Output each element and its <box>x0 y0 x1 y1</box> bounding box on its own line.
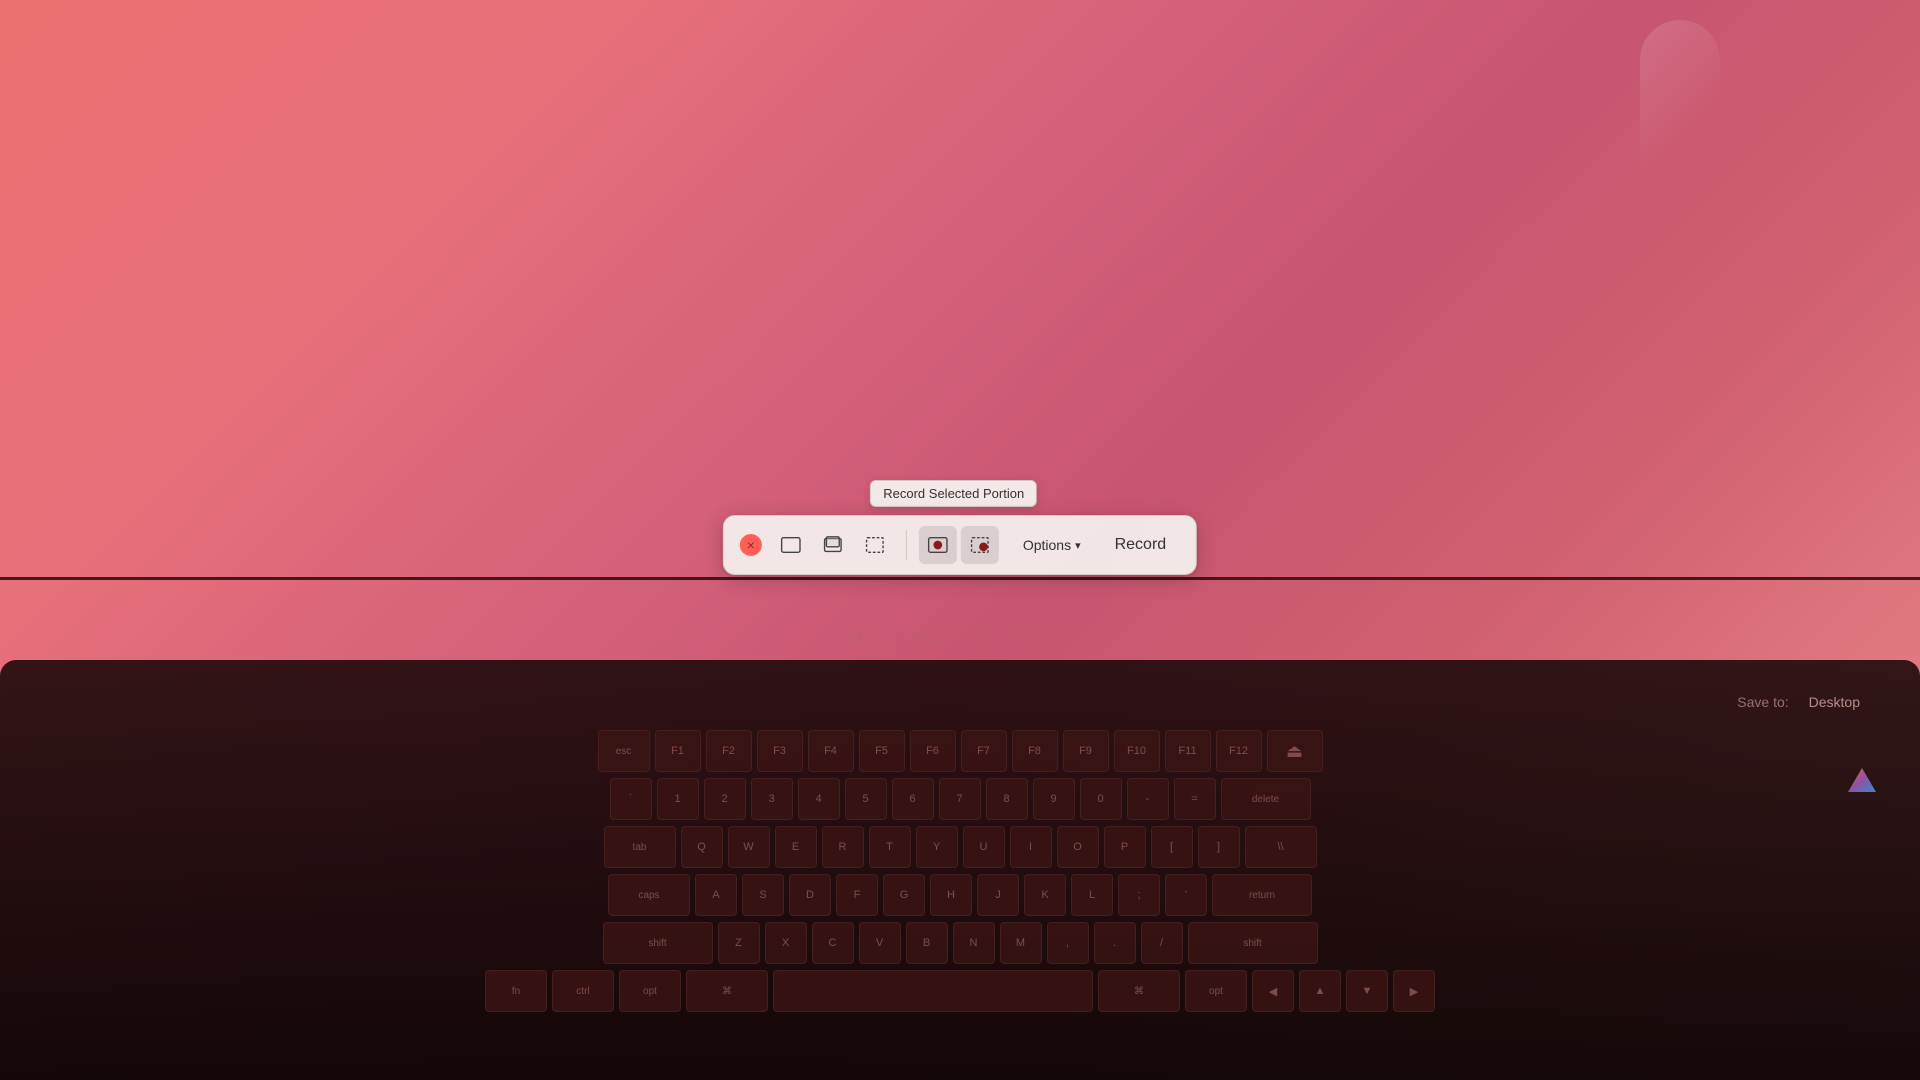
save-to-value: Desktop <box>1809 694 1860 710</box>
brand-icon <box>1844 764 1880 800</box>
close-button[interactable] <box>740 534 762 556</box>
screenshot-window-button[interactable] <box>814 526 852 564</box>
screenshot-window-icon <box>822 534 844 556</box>
options-label: Options <box>1023 537 1071 553</box>
options-button[interactable]: Options ▾ <box>1011 531 1093 559</box>
options-chevron-icon: ▾ <box>1075 539 1081 552</box>
record-portion-button[interactable] <box>961 526 999 564</box>
tooltip: Record Selected Portion <box>870 480 1037 507</box>
tooltip-text: Record Selected Portion <box>883 486 1024 501</box>
keyboard-keys: esc F1 F2 F3 F4 F5 F6 F7 F8 F9 F10 F11 F… <box>96 720 1824 1060</box>
record-screen-button[interactable] <box>919 526 957 564</box>
record-button[interactable]: Record <box>1101 530 1181 560</box>
screenshot-toolbar: Options ▾ Record <box>723 515 1197 575</box>
screenshot-portion-button[interactable] <box>856 526 894 564</box>
screenshot-toolbar-container: Record Selected Portion <box>723 480 1197 575</box>
bottom-status-bar: Save to: Desktop <box>0 694 1920 710</box>
screenshot-portion-icon <box>864 534 886 556</box>
record-portion-icon <box>969 534 991 556</box>
record-screen-icon <box>927 534 949 556</box>
toolbar-divider-1 <box>906 530 907 560</box>
screenshot-fullscreen-button[interactable] <box>772 526 810 564</box>
keyboard-area: esc F1 F2 F3 F4 F5 F6 F7 F8 F9 F10 F11 F… <box>0 660 1920 1080</box>
save-to-label: Save to: <box>1737 694 1788 710</box>
macbook-branding: MacBook Pro <box>848 629 1072 650</box>
screenshot-fullscreen-icon <box>780 534 802 556</box>
